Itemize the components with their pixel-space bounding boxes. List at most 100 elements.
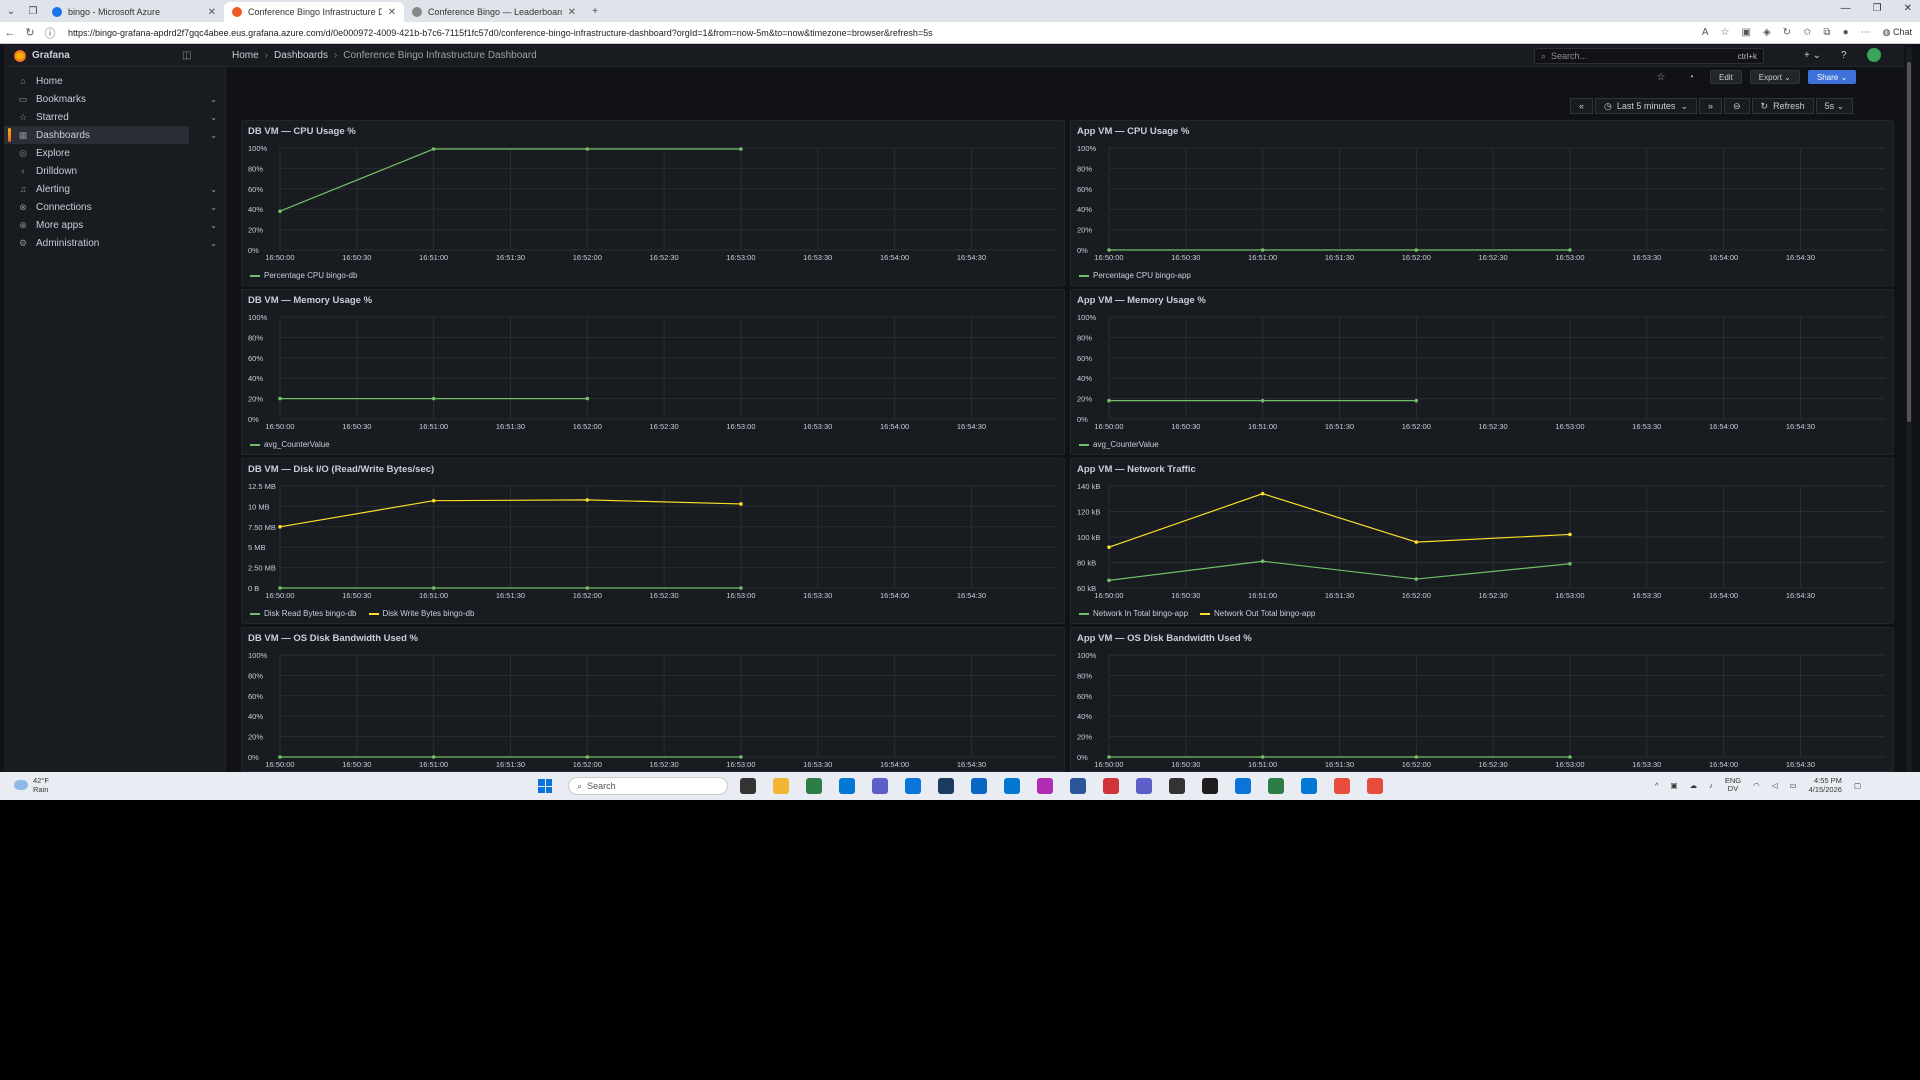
data-point[interactable] — [431, 498, 436, 503]
refresh-button[interactable]: ↻ Refresh — [1751, 98, 1814, 114]
help-icon[interactable]: ? — [1841, 50, 1847, 61]
taskbar-app-icon[interactable] — [839, 778, 855, 794]
language-indicator[interactable]: ENG DV — [1725, 777, 1741, 793]
data-point[interactable] — [1260, 398, 1265, 403]
read-aloud-icon[interactable]: A — [1702, 27, 1709, 38]
data-point[interactable] — [431, 147, 436, 151]
dashboard-panel[interactable]: App VM — CPU Usage % 0% 20% 40% 60% 80% 100% 16… — [1070, 120, 1894, 286]
share-button[interactable]: Share ⌄ — [1807, 70, 1857, 84]
chevron-down-icon[interactable]: ⌄ — [210, 131, 217, 140]
browser-tab-azure[interactable]: bingo - Microsoft Azure ✕ — [44, 2, 224, 22]
data-point[interactable] — [278, 586, 282, 590]
weather-widget[interactable]: 42°F Rain — [14, 776, 49, 794]
wifi-icon[interactable]: ◠ — [1753, 781, 1760, 790]
dashboard-panel[interactable]: DB VM — OS Disk Bandwidth Used % 0% 20% 40%… — [241, 627, 1065, 772]
breadcrumb-dashboards[interactable]: Dashboards — [274, 50, 328, 61]
breadcrumb-home[interactable]: Home — [232, 50, 259, 61]
time-shift-back-icon[interactable]: « — [1570, 98, 1594, 114]
data-point[interactable] — [1260, 559, 1265, 564]
legend-item[interactable]: Disk Write Bytes bingo-db — [368, 609, 474, 618]
data-point[interactable] — [739, 147, 743, 151]
taskbar-app-icon[interactable] — [1004, 778, 1020, 794]
taskbar-app-icon[interactable] — [1301, 778, 1317, 794]
data-point[interactable] — [1107, 578, 1111, 583]
scrollbar-thumb[interactable] — [1907, 62, 1911, 422]
tray-app-icon[interactable]: ▣ — [1671, 781, 1678, 790]
taskbar-app-icon[interactable] — [1334, 778, 1350, 794]
close-window-icon[interactable]: ✕ — [1904, 3, 1912, 14]
data-point[interactable] — [585, 498, 590, 502]
taskbar-app-icon[interactable] — [1103, 778, 1119, 794]
battery-icon[interactable]: ▭ — [1789, 781, 1796, 790]
sidebar-item-bookmarks[interactable]: ▭ Bookmarks ⌄ — [4, 90, 217, 108]
export-button[interactable]: Export ⌄ — [1749, 70, 1800, 84]
data-point[interactable] — [278, 525, 282, 529]
volume-icon[interactable]: ◁ — [1772, 781, 1778, 790]
profile-icon[interactable]: ● — [1843, 27, 1849, 38]
taskbar-app-icon[interactable] — [938, 778, 954, 794]
close-tab-icon[interactable]: ✕ — [208, 7, 216, 18]
site-info-icon[interactable]: ⓘ — [40, 25, 60, 41]
clock[interactable]: 4:55 PM 4/15/2026 — [1809, 776, 1842, 794]
data-point[interactable] — [1568, 532, 1572, 537]
data-point[interactable] — [1568, 561, 1572, 566]
data-point[interactable] — [1568, 248, 1572, 252]
sidebar-item-administration[interactable]: ⚙ Administration ⌄ — [4, 234, 217, 252]
tray-chevron-up-icon[interactable]: ^ — [1655, 781, 1659, 790]
data-point[interactable] — [585, 586, 590, 590]
data-point[interactable] — [431, 586, 436, 590]
taskbar-app-icon[interactable] — [1235, 778, 1251, 794]
taskbar-app-icon[interactable] — [1268, 778, 1284, 794]
taskbar-app-icon[interactable] — [773, 778, 789, 794]
edit-button[interactable]: Edit — [1710, 70, 1742, 84]
data-point[interactable] — [1414, 540, 1419, 544]
dashboard-panel[interactable]: App VM — Memory Usage % 0% 20% 40% 60% 80% 100… — [1070, 289, 1894, 455]
legend-item[interactable]: Network Out Total bingo-app — [1200, 609, 1315, 618]
data-point[interactable] — [739, 586, 743, 590]
taskbar-app-icon[interactable] — [872, 778, 888, 794]
chevron-down-icon[interactable]: ⌄ — [210, 221, 217, 230]
grafana-logo-icon[interactable] — [14, 49, 26, 62]
favorite-icon[interactable]: ☆ — [1721, 27, 1730, 38]
data-point[interactable] — [585, 755, 590, 759]
data-point[interactable] — [1107, 755, 1111, 759]
taskbar-app-icon[interactable] — [1037, 778, 1053, 794]
chevron-down-icon[interactable]: ⌄ — [210, 95, 217, 104]
legend-item[interactable]: avg_CounterValue — [1079, 440, 1159, 449]
refresh-interval-picker[interactable]: 5s ⌄ — [1815, 98, 1854, 114]
data-point[interactable] — [1107, 398, 1111, 403]
close-tab-icon[interactable]: ✕ — [568, 7, 576, 18]
taskbar-app-icon[interactable] — [905, 778, 921, 794]
tab-list-icon[interactable]: ⌄ — [0, 2, 22, 20]
page-scrollbar[interactable] — [1906, 47, 1912, 772]
minimize-icon[interactable]: — — [1841, 3, 1851, 14]
taskbar-app-icon[interactable] — [1202, 778, 1218, 794]
microphone-icon[interactable]: ♪ — [1709, 781, 1713, 790]
taskbar-app-icon[interactable] — [971, 778, 987, 794]
more-icon[interactable]: ⋯ — [1861, 27, 1871, 38]
sidebar-item-starred[interactable]: ☆ Starred ⌄ — [4, 108, 217, 126]
data-point[interactable] — [1107, 545, 1111, 549]
extension-icon[interactable]: ▣ — [1741, 27, 1750, 38]
data-point[interactable] — [431, 755, 436, 759]
data-point[interactable] — [278, 755, 282, 759]
url-field[interactable]: https://bingo-grafana-apdrd2f7gqc4abee.e… — [60, 28, 1702, 38]
windows-start-icon[interactable] — [538, 779, 552, 793]
taskbar-app-icon[interactable] — [1169, 778, 1185, 794]
data-point[interactable] — [1414, 398, 1419, 403]
data-point[interactable] — [278, 396, 282, 401]
sidebar-item-connections[interactable]: ⊗ Connections ⌄ — [4, 198, 217, 216]
taskbar-app-icon[interactable] — [806, 778, 822, 794]
zoom-out-icon[interactable]: ⊖ — [1724, 98, 1750, 114]
shield-icon[interactable]: ◈ — [1763, 27, 1771, 38]
onedrive-icon[interactable]: ☁ — [1690, 781, 1698, 790]
data-point[interactable] — [431, 396, 436, 401]
time-range-picker[interactable]: ◷ Last 5 minutes ⌄ — [1595, 98, 1697, 114]
avatar[interactable] — [1866, 48, 1881, 62]
dashboard-panel[interactable]: App VM — Network Traffic 60 kB 80 kB 100 kB… — [1070, 458, 1894, 624]
sidebar-item-dashboards[interactable]: ▦ Dashboards ⌄ — [4, 126, 217, 144]
data-point[interactable] — [1260, 491, 1265, 496]
workspaces-icon[interactable]: ❐ — [22, 2, 44, 20]
dashboard-panel[interactable]: DB VM — CPU Usage % 0% 20% 40% 60% 80% 100% 16:… — [241, 120, 1065, 286]
legend-item[interactable]: Percentage CPU bingo-db — [250, 271, 357, 280]
